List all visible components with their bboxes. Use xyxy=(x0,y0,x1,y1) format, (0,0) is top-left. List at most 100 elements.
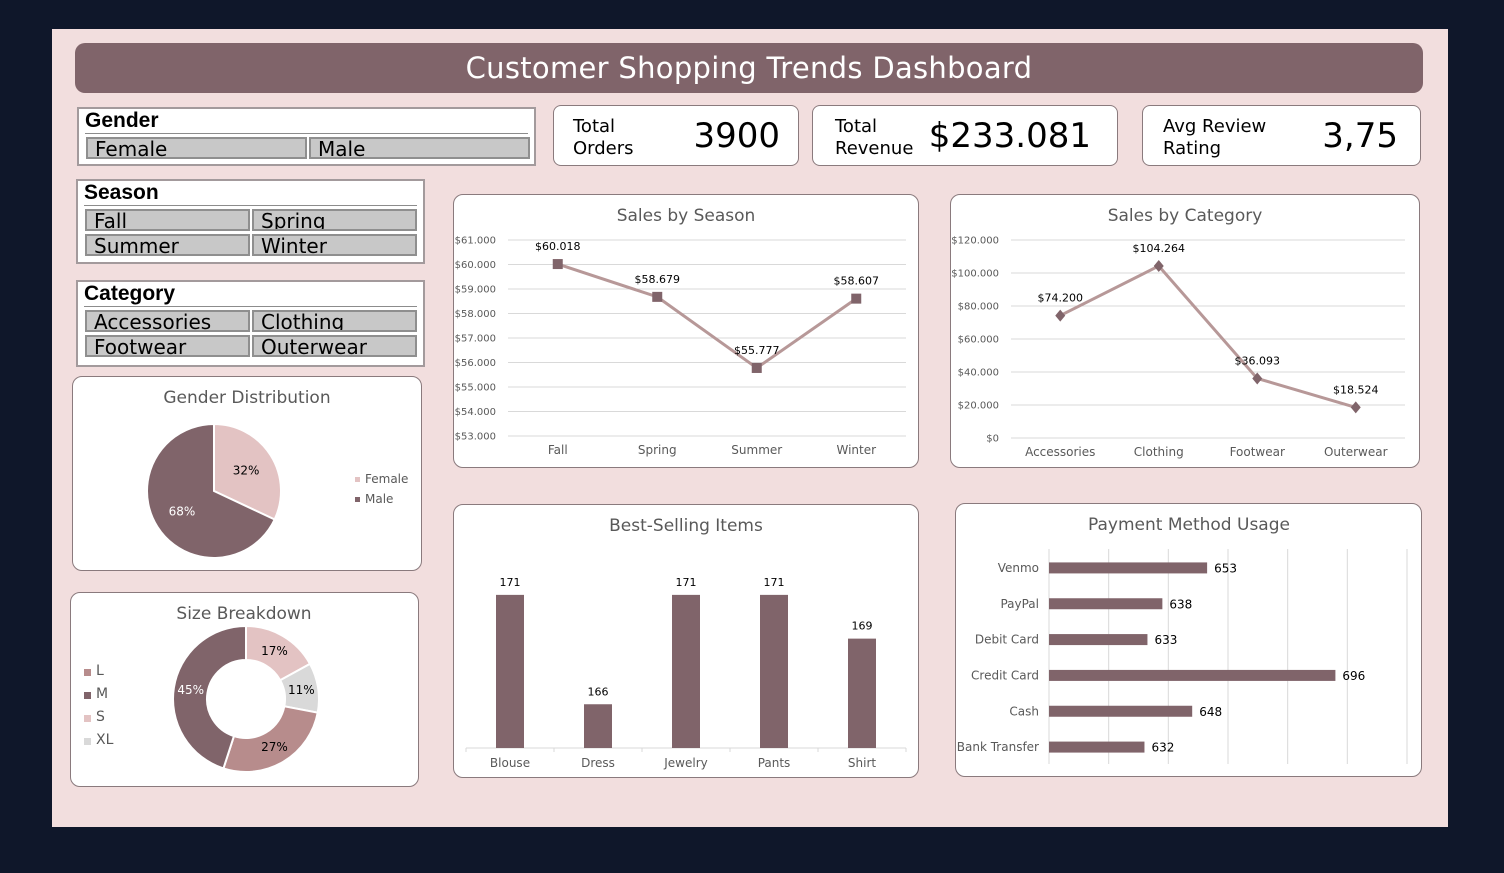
bar xyxy=(672,594,700,748)
data-label: 166 xyxy=(588,685,609,698)
y-tick-label: $40.000 xyxy=(958,368,999,379)
season-option-summer[interactable]: Summer xyxy=(85,234,250,256)
data-label: 648 xyxy=(1199,705,1222,719)
x-tick-label: Jewelry xyxy=(663,756,708,770)
legend-label: Female xyxy=(365,472,408,486)
data-label: 169 xyxy=(852,620,873,633)
legend-label: Male xyxy=(365,492,393,506)
dashboard-title: Customer Shopping Trends Dashboard xyxy=(75,43,1423,93)
kpi-label-line2: Revenue xyxy=(835,138,914,159)
bar xyxy=(1049,669,1336,681)
y-tick-label: $0 xyxy=(986,434,999,445)
y-tick-label: Bank Transfer xyxy=(957,740,1039,754)
legend-label: L xyxy=(96,663,104,679)
sales-by-season-panel: Sales by Season $53.000 $54.000 $55.000 $56.… xyxy=(453,194,919,468)
size-breakdown-panel: Size Breakdown 17% 11% 27% 45% L M S XL xyxy=(70,592,419,787)
x-tick-label: Pants xyxy=(758,756,791,770)
y-tick-label: $80.000 xyxy=(958,302,999,313)
y-tick-label: $58.000 xyxy=(455,309,496,320)
data-point xyxy=(851,293,862,304)
data-label: 171 xyxy=(764,576,785,589)
x-tick-label: Accessories xyxy=(1025,445,1095,459)
bar xyxy=(1049,705,1193,717)
kpi-avg-review-rating: Avg Review Rating 3,75 xyxy=(1142,105,1421,166)
season-option-winter[interactable]: Winter xyxy=(252,234,417,256)
x-tick-label: Outerwear xyxy=(1324,445,1388,459)
x-tick-label: Fall xyxy=(548,443,568,457)
x-tick-label: Footwear xyxy=(1230,445,1285,459)
x-tick-label: Shirt xyxy=(848,756,876,770)
data-label: 696 xyxy=(1342,669,1365,683)
slicer-divider xyxy=(85,133,528,134)
slicer-title: Gender xyxy=(85,109,159,132)
bar xyxy=(496,594,524,748)
data-label: $55.777 xyxy=(734,344,780,357)
data-label: 68% xyxy=(169,504,196,518)
slicer-title: Category xyxy=(84,282,176,305)
season-slicer: Season Fall Spring Summer Winter xyxy=(76,179,425,264)
season-line-chart: Sales by Season $53.000 $54.000 $55.000 $56.… xyxy=(455,206,906,457)
y-tick-label: $59.000 xyxy=(455,285,496,296)
data-point xyxy=(751,362,762,373)
category-option-outerwear[interactable]: Outerwear xyxy=(252,335,417,357)
data-label: $58.679 xyxy=(635,273,681,286)
items-bar-chart: Best-Selling Items 171 Blouse 166 Dress 171 Je… xyxy=(465,516,907,770)
gender-option-male[interactable]: Male xyxy=(309,137,530,159)
chart-title: Sales by Category xyxy=(1108,206,1263,226)
gender-pie-chart: Gender Distribution 32% 68% Female Male xyxy=(146,388,408,559)
data-label: $60.018 xyxy=(535,240,581,253)
legend-label: XL xyxy=(96,732,114,748)
y-tick-label: $100.000 xyxy=(951,269,999,280)
chart-title: Gender Distribution xyxy=(163,388,330,408)
data-label: 171 xyxy=(500,576,521,589)
category-option-footwear[interactable]: Footwear xyxy=(85,335,250,357)
bar xyxy=(1049,634,1148,646)
gender-option-female[interactable]: Female xyxy=(86,137,307,159)
slicer-divider xyxy=(84,205,417,206)
data-label: $36.093 xyxy=(1235,354,1281,367)
payment-method-panel: Payment Method Usage 653 Venmo 638 PayPal 633… xyxy=(955,503,1422,777)
kpi-label-line2: Orders xyxy=(573,138,634,159)
category-line-chart: Sales by Category $0 $20.000 $40.000 $60.000… xyxy=(951,206,1405,459)
y-tick-label: Debit Card xyxy=(975,633,1039,647)
bar xyxy=(760,594,788,748)
slicer-divider xyxy=(84,306,417,307)
legend-swatch xyxy=(355,497,360,502)
kpi-total-revenue: Total Revenue $233.081 xyxy=(812,105,1118,166)
season-option-fall[interactable]: Fall xyxy=(85,209,250,231)
category-option-accessories[interactable]: Accessories xyxy=(85,310,250,332)
bar xyxy=(1049,598,1163,610)
y-tick-label: $53.000 xyxy=(455,432,496,443)
gender-slicer: Gender Female Male xyxy=(77,107,536,166)
legend-swatch xyxy=(84,692,91,699)
data-label: $74.200 xyxy=(1038,292,1084,305)
data-point xyxy=(1350,401,1361,414)
y-tick-label: $120.000 xyxy=(951,236,999,247)
y-tick-label: $61.000 xyxy=(455,236,496,247)
kpi-value: 3900 xyxy=(693,116,780,156)
legend-swatch xyxy=(84,669,91,676)
bar xyxy=(848,638,876,748)
y-tick-label: PayPal xyxy=(1000,597,1039,611)
data-label: 638 xyxy=(1169,597,1192,611)
x-tick-label: Spring xyxy=(638,443,677,457)
data-label: $18.524 xyxy=(1333,383,1379,396)
data-label: 11% xyxy=(288,683,315,697)
chart-title: Payment Method Usage xyxy=(1088,515,1290,535)
y-tick-label: $60.000 xyxy=(455,260,496,271)
y-tick-label: Venmo xyxy=(998,561,1039,575)
series-line xyxy=(1059,264,1357,409)
pie-slice xyxy=(222,705,319,773)
season-option-spring[interactable]: Spring xyxy=(252,209,417,231)
series-line xyxy=(557,262,858,370)
data-label: 45% xyxy=(177,683,204,697)
chart-title: Best-Selling Items xyxy=(609,516,763,536)
data-label: $58.607 xyxy=(834,275,880,288)
chart-title: Sales by Season xyxy=(617,206,756,226)
category-option-clothing[interactable]: Clothing xyxy=(252,310,417,332)
bar xyxy=(1049,741,1145,753)
x-tick-label: Summer xyxy=(731,443,782,457)
kpi-total-orders: Total Orders 3900 xyxy=(553,105,799,166)
legend-label: S xyxy=(96,709,105,725)
sales-by-category-panel: Sales by Category $0 $20.000 $40.000 $60.000… xyxy=(950,194,1420,468)
